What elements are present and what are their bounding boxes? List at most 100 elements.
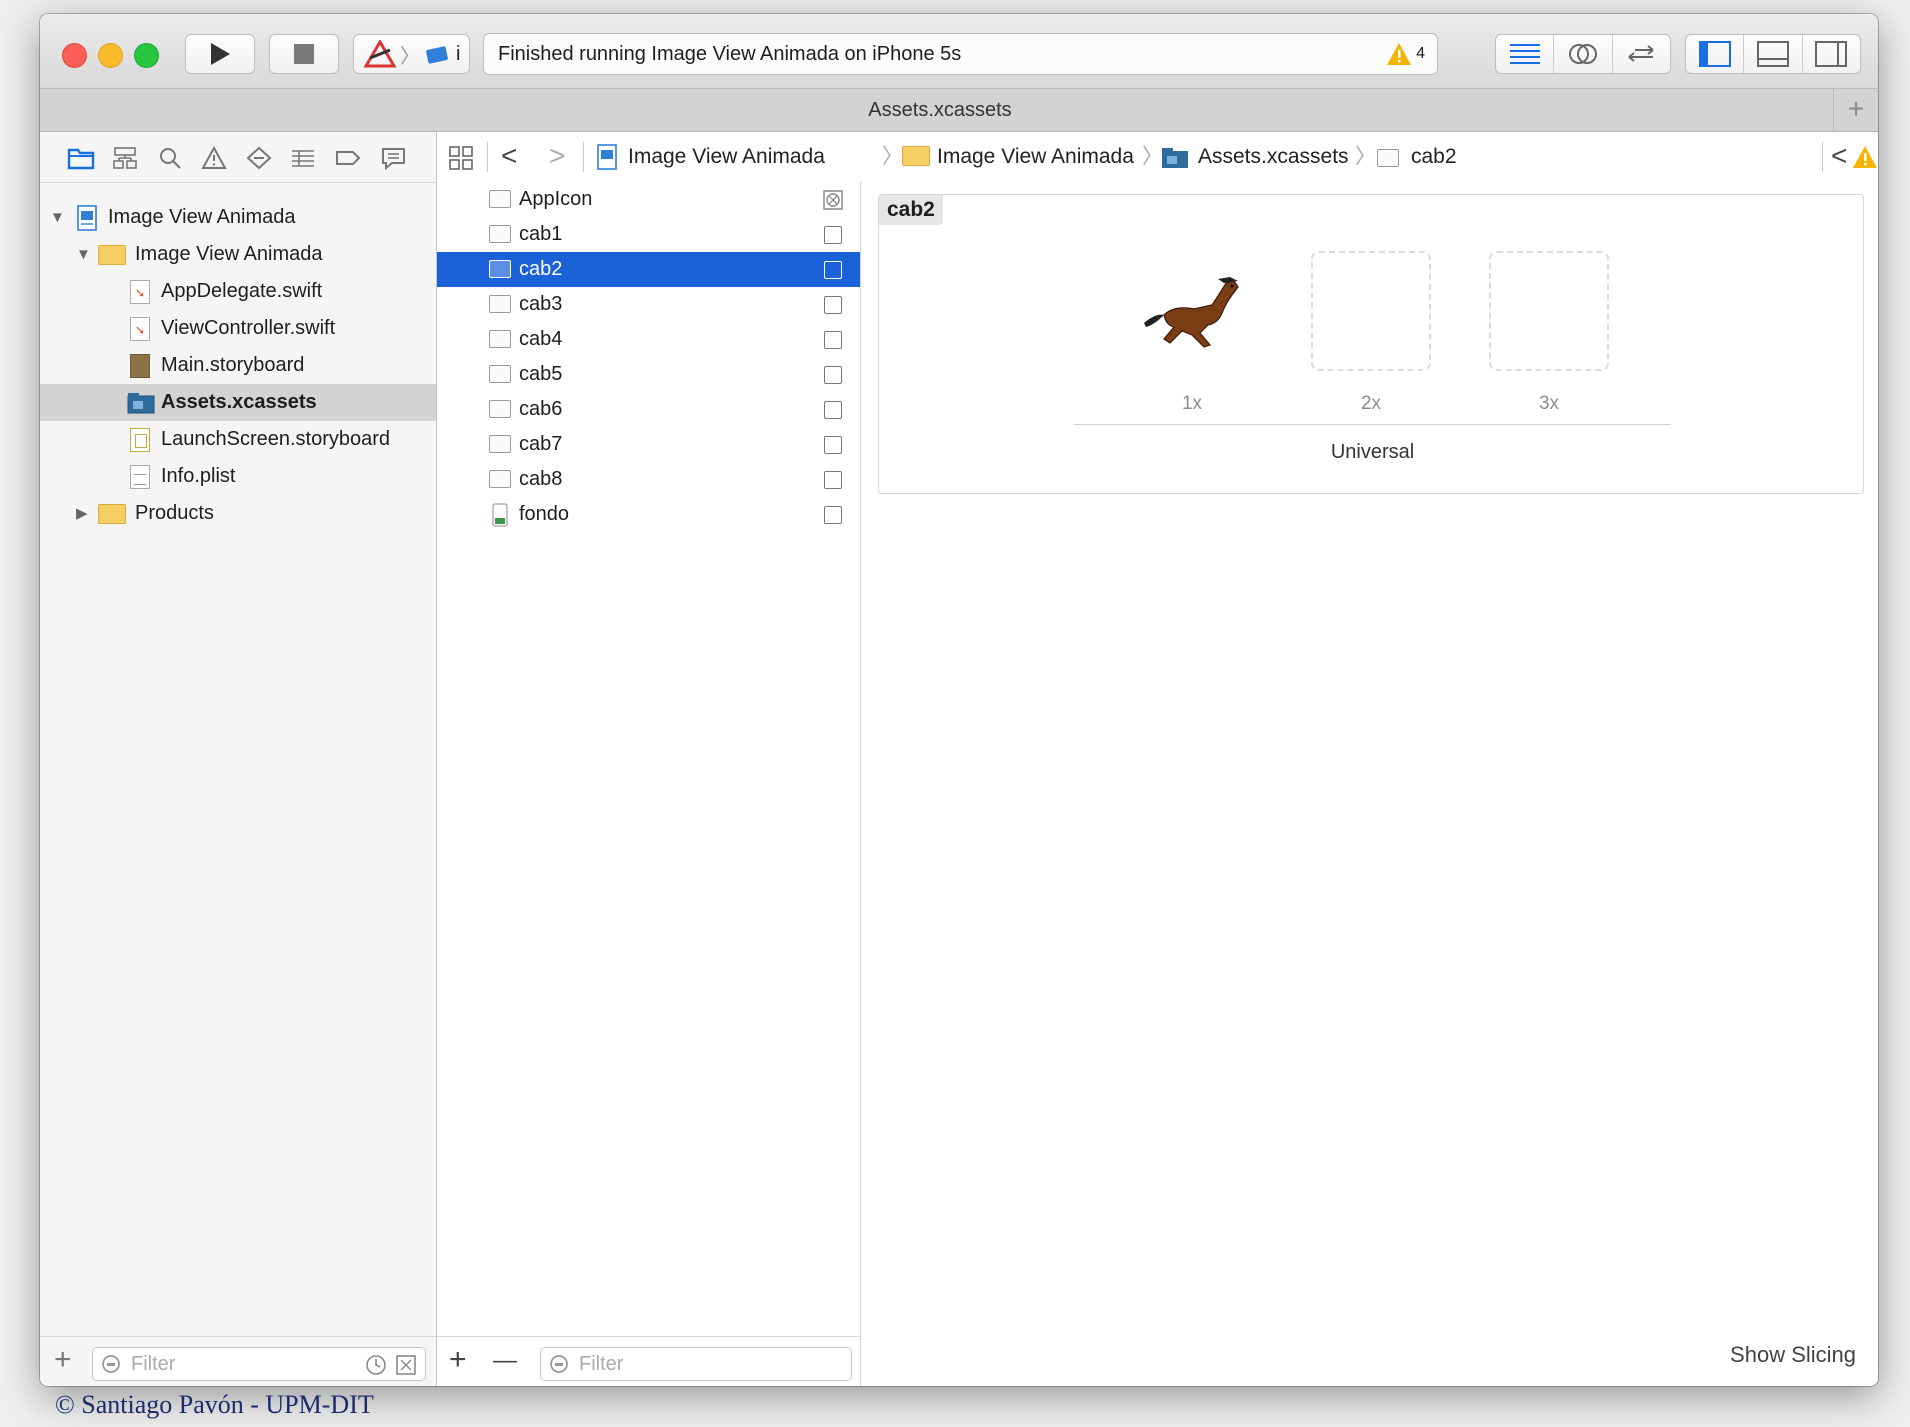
tree-item-viewcontroller[interactable]: ➘ ViewController.swift	[40, 310, 436, 347]
warning-icon	[1387, 43, 1412, 65]
asset-catalog-icon	[1162, 148, 1188, 168]
forward-button[interactable]: >	[549, 132, 565, 180]
debug-navigator-icon[interactable]	[289, 146, 317, 170]
asset-item-cab4[interactable]: cab4	[437, 322, 860, 357]
chevron-right-icon: 〉	[1355, 145, 1376, 168]
tree-item-label: Assets.xcassets	[161, 391, 317, 413]
search-icon[interactable]	[158, 146, 184, 170]
asset-item-cab3[interactable]: cab3	[437, 287, 860, 322]
run-button[interactable]	[185, 34, 255, 74]
breakpoint-navigator-icon[interactable]	[334, 146, 362, 170]
symbol-navigator-icon[interactable]	[112, 146, 138, 170]
status-text: Finished running Image View Animada on i…	[498, 43, 962, 65]
recent-files-icon[interactable]	[365, 1354, 387, 1376]
horse-image	[1144, 277, 1239, 348]
toggle-navigator-button[interactable]	[1686, 35, 1743, 73]
tree-item-project[interactable]: ▼ Image View Animada	[40, 199, 436, 236]
standard-editor-icon	[1509, 44, 1540, 64]
folder-navigator-icon[interactable]	[67, 146, 95, 170]
breadcrumb-image-set[interactable]: cab2	[1411, 132, 1457, 182]
asset-item-cab2[interactable]: cab2	[437, 252, 860, 287]
issue-navigator-icon[interactable]	[201, 146, 227, 170]
asset-item-label: cab2	[519, 258, 563, 280]
plist-icon	[130, 465, 150, 489]
toggle-utilities-button[interactable]	[1801, 35, 1860, 73]
disclosure-expanded-icon[interactable]: ▼	[76, 236, 91, 273]
warning-icon[interactable]	[1852, 145, 1878, 169]
toggle-debug-area-button[interactable]	[1743, 35, 1801, 73]
image-slot-3x[interactable]	[1489, 251, 1609, 371]
bottom-panel-icon	[1756, 41, 1789, 67]
tree-item-label: Image View Animada	[108, 206, 296, 228]
swift-file-icon: ➘	[130, 317, 150, 341]
copyright-credit: © Santiago Pavón - UPM-DIT	[55, 1390, 374, 1419]
stop-button[interactable]	[269, 34, 339, 74]
asset-item-cab1[interactable]: cab1	[437, 217, 860, 252]
scheme-device-label: i	[456, 42, 461, 65]
asset-item-label: cab8	[519, 468, 563, 490]
add-asset-button[interactable]: +	[449, 1343, 467, 1377]
asset-item-label: fondo	[519, 503, 570, 525]
disclosure-collapsed-icon[interactable]: ▶	[76, 495, 88, 532]
tree-item-group-folder[interactable]: ▼ Image View Animada	[40, 236, 436, 273]
disclosure-expanded-icon[interactable]: ▼	[50, 199, 65, 236]
image-set-icon	[489, 225, 511, 243]
right-panel-icon	[1815, 41, 1848, 67]
remove-asset-button[interactable]: —	[493, 1347, 517, 1375]
scheme-selector[interactable]: 〉 i	[353, 34, 470, 74]
asset-filter-input[interactable]: Filter	[540, 1347, 852, 1381]
asset-item-cab5[interactable]: cab5	[437, 357, 860, 392]
warning-indicator[interactable]: 4	[1386, 34, 1425, 74]
tree-item-info-plist[interactable]: Info.plist	[40, 458, 436, 495]
image-set-title[interactable]: cab2	[879, 195, 943, 225]
version-editor-button[interactable]	[1611, 35, 1670, 73]
app-icon-badge-icon	[823, 190, 843, 210]
breadcrumb-project[interactable]: Image View Animada	[628, 132, 825, 182]
tree-item-products[interactable]: ▶ Products	[40, 495, 436, 532]
filter-icon	[550, 1355, 568, 1373]
test-navigator-icon[interactable]	[246, 146, 272, 170]
navigator-selector-bar	[40, 132, 436, 183]
close-window-button[interactable]	[62, 43, 87, 68]
zoom-window-button[interactable]	[134, 43, 159, 68]
tree-item-appdelegate[interactable]: ➘ AppDelegate.swift	[40, 273, 436, 310]
asset-item-fondo[interactable]: fondo	[437, 497, 860, 532]
image-set-icon	[489, 470, 511, 488]
storyboard-icon	[130, 354, 150, 378]
chevron-right-icon: 〉	[400, 45, 420, 68]
launch-image-icon	[492, 503, 508, 527]
tree-item-assets-xcassets[interactable]: Assets.xcassets	[40, 384, 436, 421]
minimize-window-button[interactable]	[98, 43, 123, 68]
navigator-footer: + Filter	[40, 1336, 436, 1386]
image-set-badge-icon	[824, 506, 842, 524]
asset-item-cab7[interactable]: cab7	[437, 427, 860, 462]
asset-item-cab8[interactable]: cab8	[437, 462, 860, 497]
navigator-filter-input[interactable]: Filter	[92, 1347, 426, 1381]
tree-item-main-storyboard[interactable]: Main.storyboard	[40, 347, 436, 384]
report-navigator-icon[interactable]	[380, 146, 408, 170]
new-tab-button[interactable]: +	[1833, 89, 1878, 131]
tree-item-launchscreen[interactable]: LaunchScreen.storyboard	[40, 421, 436, 458]
xcode-app-icon	[364, 40, 396, 68]
image-set-badge-icon	[824, 226, 842, 244]
related-items-icon[interactable]	[448, 145, 474, 171]
breadcrumb-assets[interactable]: Assets.xcassets	[1198, 132, 1349, 182]
asset-item-label: cab7	[519, 433, 563, 455]
show-slicing-button[interactable]: Show Slicing	[1730, 1342, 1856, 1368]
tab-assets-xcassets[interactable]: Assets.xcassets	[40, 89, 1840, 131]
asset-item-appicon[interactable]: AppIcon	[437, 182, 860, 217]
image-slot-2x[interactable]	[1311, 251, 1431, 371]
assistant-editor-button[interactable]	[1553, 35, 1611, 73]
asset-item-cab6[interactable]: cab6	[437, 392, 860, 427]
previous-issue-button[interactable]: <	[1831, 132, 1847, 180]
scale-label-2x: 2x	[1360, 393, 1382, 414]
standard-editor-button[interactable]	[1496, 35, 1553, 73]
activity-status-bar: Finished running Image View Animada on i…	[483, 33, 1438, 75]
back-button[interactable]: <	[501, 132, 517, 180]
image-slot-1x[interactable]	[1132, 251, 1252, 371]
tree-item-label: Image View Animada	[135, 243, 323, 265]
chevron-right-icon: 〉	[1142, 145, 1163, 168]
add-file-button[interactable]: +	[54, 1343, 72, 1377]
source-control-filter-icon[interactable]	[395, 1354, 417, 1376]
breadcrumb-group[interactable]: Image View Animada	[937, 132, 1134, 182]
